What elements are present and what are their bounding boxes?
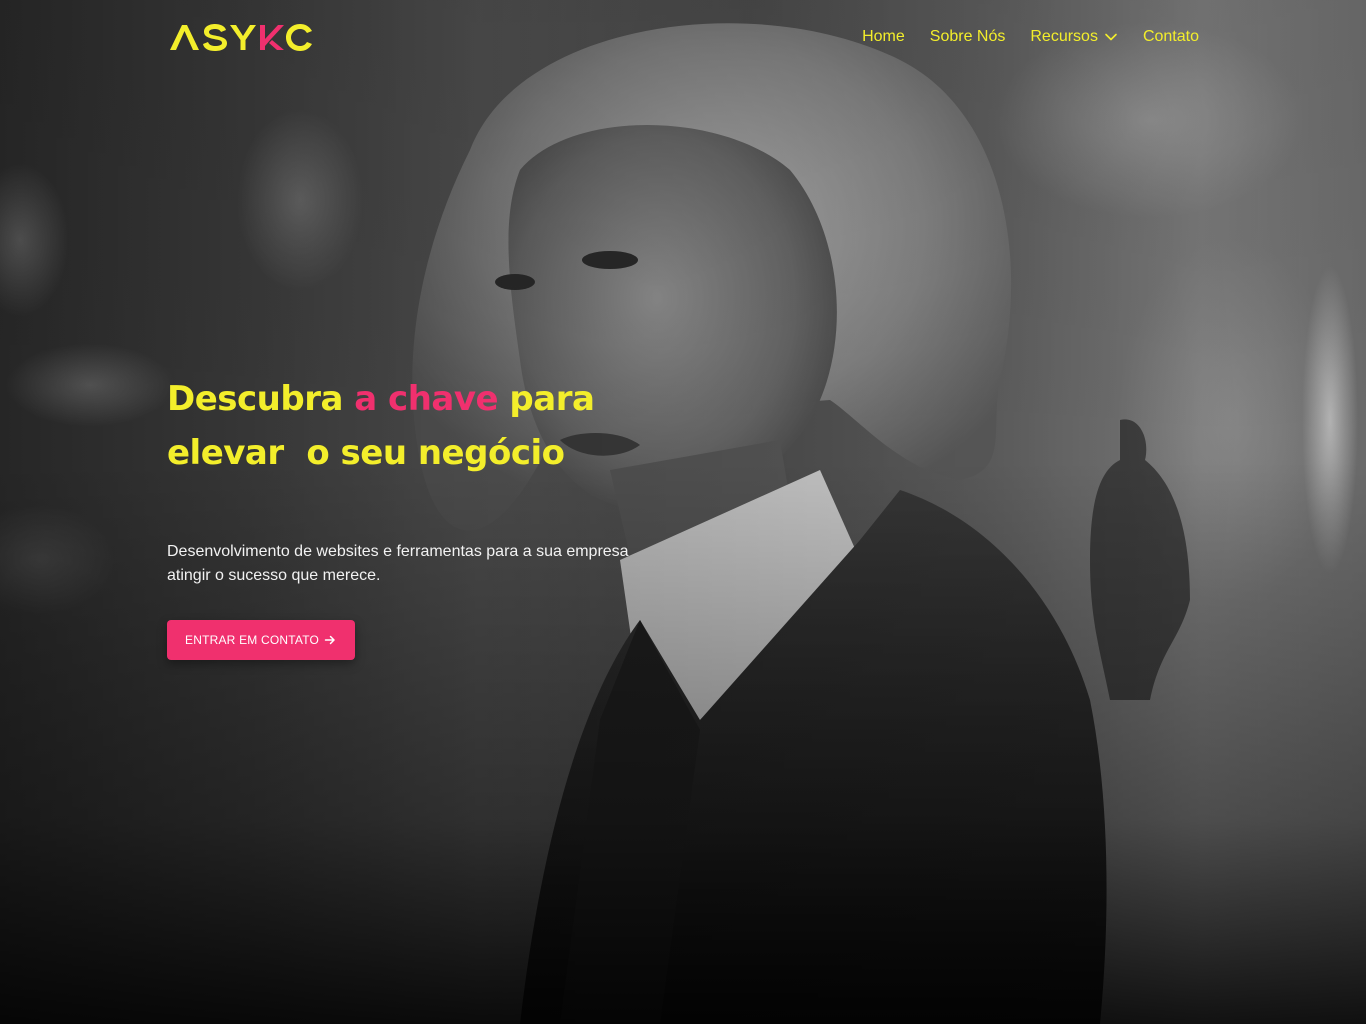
nav-link-recursos[interactable]: Recursos [1030, 26, 1118, 48]
nav-link-label: Sobre Nós [929, 28, 1006, 45]
contact-button[interactable]: ENTRAR EM CONTATO [167, 620, 356, 660]
nav-link-contato[interactable]: Contato [1143, 26, 1199, 48]
arrow-right-icon [324, 635, 335, 645]
hero-section: Home Sobre Nós Recursos Contato Descubra… [0, 0, 1366, 1024]
nav-link-sobre-nos[interactable]: Sobre Nós [930, 26, 1006, 48]
chevron-down-icon [1105, 33, 1117, 41]
nav-link-home[interactable]: Home [862, 26, 905, 48]
nav-link-label: Home [862, 28, 905, 45]
hero-headline: Descubra a chave para elevar o seu negóc… [167, 372, 647, 480]
nav-link-label: Recursos [1030, 28, 1098, 45]
main-nav: Home Sobre Nós Recursos Contato [862, 26, 1199, 48]
nav-link-label: Contato [1142, 28, 1199, 45]
headline-part2: para [498, 379, 595, 419]
hero-content: Descubra a chave para elevar o seu negóc… [167, 372, 647, 660]
headline-part1: Descubra [167, 379, 355, 419]
headline-line2: elevar o seu negócio [167, 433, 565, 473]
async-logo[interactable] [168, 22, 314, 52]
site-header: Home Sobre Nós Recursos Contato [0, 0, 1366, 74]
headline-accent: a chave [354, 379, 499, 419]
contact-button-label: ENTRAR EM CONTATO [185, 633, 320, 647]
hero-subtitle: Desenvolvimento de websites e ferramenta… [167, 543, 629, 584]
